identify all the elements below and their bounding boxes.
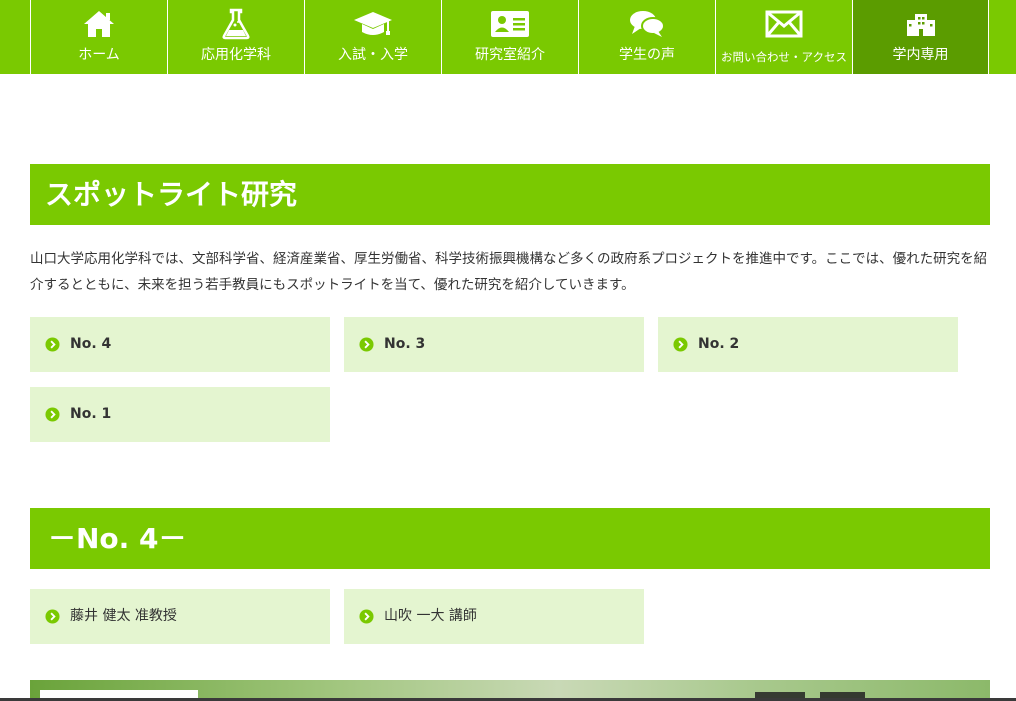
person-card-label: 山吹 一大 講師 (384, 608, 477, 624)
flask-icon (222, 8, 250, 40)
building-icon (906, 14, 935, 36)
no4-title: －No. 4－ (48, 522, 187, 555)
nav-label: 研究室紹介 (475, 47, 545, 63)
chevron-right-circle-icon (45, 337, 60, 352)
nav-item-contact-access[interactable]: お問い合わせ・アクセス (715, 0, 852, 74)
nav-label: お問い合わせ・アクセス (721, 50, 847, 64)
chat-bubbles-icon (630, 11, 665, 37)
nav-item-applied-chemistry[interactable]: 応用化学科 (167, 0, 304, 74)
no4-header: －No. 4－ (30, 508, 990, 569)
envelope-icon (765, 10, 803, 38)
nav-label: ホーム (78, 47, 120, 63)
spotlight-title: スポットライト研究 (45, 178, 298, 211)
nav-item-admissions[interactable]: 入試・入学 (304, 0, 441, 74)
id-card-icon (491, 11, 529, 37)
nav-label: 学生の声 (619, 47, 675, 63)
person-card-label: 藤井 健太 准教授 (70, 608, 177, 624)
issue-card-no2[interactable]: No. 2 (658, 317, 958, 372)
person-card-fujii[interactable]: 藤井 健太 准教授 (30, 589, 330, 644)
nav-label: 学内専用 (892, 47, 949, 63)
chevron-right-circle-icon (45, 407, 60, 422)
nav-label: 応用化学科 (201, 47, 271, 63)
chevron-right-circle-icon (359, 609, 374, 624)
graduation-cap-icon (354, 12, 392, 35)
nav-label: 入試・入学 (338, 47, 408, 63)
chevron-right-circle-icon (45, 609, 60, 624)
person-card-yamabuki[interactable]: 山吹 一大 講師 (344, 589, 644, 644)
issue-card-label: No. 1 (70, 406, 112, 422)
nav-item-labs[interactable]: 研究室紹介 (441, 0, 578, 74)
issue-card-no3[interactable]: No. 3 (344, 317, 644, 372)
issue-card-label: No. 4 (70, 336, 112, 352)
nav-item-home[interactable]: ホーム (30, 0, 167, 74)
nav-item-student-voices[interactable]: 学生の声 (578, 0, 715, 74)
issue-card-label: No. 2 (698, 336, 740, 352)
chevron-right-circle-icon (359, 337, 374, 352)
spotlight-header: スポットライト研究 (30, 164, 990, 225)
issue-card-no1[interactable]: No. 1 (30, 387, 330, 442)
global-nav: ホーム 応用化学科 入試・入学 研究室紹介 学生の声 お問い合わせ・アクセス 学… (0, 0, 1016, 74)
spotlight-intro: 山口大学応用化学科では、文部科学省、経済産業省、厚生労働省、科学技術振興機構など… (30, 251, 988, 293)
nav-item-internal-only[interactable]: 学内専用 (852, 0, 989, 74)
issue-card-no4[interactable]: No. 4 (30, 317, 330, 372)
chevron-right-circle-icon (673, 337, 688, 352)
home-icon (84, 11, 114, 37)
issue-card-label: No. 3 (384, 336, 426, 352)
